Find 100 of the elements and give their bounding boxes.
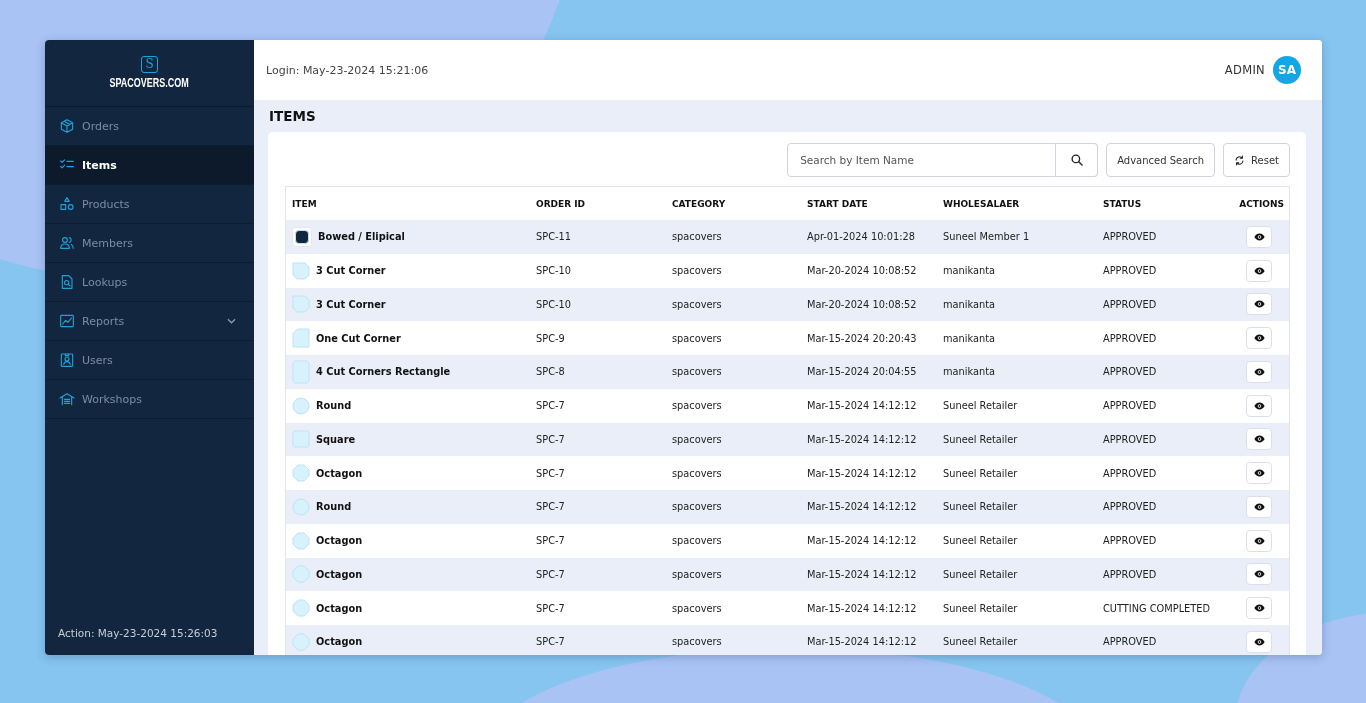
table-cell-text: Mar-15-2024 14:12:12 [806, 501, 918, 513]
chart-icon [59, 313, 75, 329]
table-cell-text: Suneel Member 1 [942, 231, 1031, 243]
item-name: Square [316, 433, 356, 445]
eye-icon [1253, 604, 1265, 613]
table-cell-text: spacovers [671, 231, 723, 243]
id-badge-icon [59, 352, 75, 368]
item-name: Octagon [316, 467, 363, 479]
table-cell-text: SPC-7 [535, 467, 566, 479]
table-cell-text: Suneel Retailer [942, 433, 1019, 445]
table-cell-text: Mar-15-2024 14:12:12 [806, 400, 918, 412]
table-cell-text: APPROVED [1102, 231, 1158, 243]
item-name: Octagon [316, 636, 363, 648]
table-cell-text: Mar-20-2024 10:08:52 [806, 298, 918, 310]
table-cell-text: Mar-20-2024 10:08:52 [806, 265, 918, 277]
cut-corner-shape-icon [292, 295, 310, 314]
rectangle-shape-icon [292, 359, 310, 384]
view-button[interactable] [1246, 563, 1272, 586]
logo-mark: S [141, 55, 158, 73]
users-icon [59, 235, 75, 251]
item-name: Octagon [316, 535, 363, 547]
table-cell-text: SPC-7 [535, 400, 566, 412]
table-cell-text: Mar-15-2024 14:12:12 [806, 568, 918, 580]
item-name: 3 Cut Corner [316, 265, 386, 277]
sidebar-item[interactable]: Items [45, 146, 254, 185]
view-button[interactable] [1246, 360, 1272, 383]
table-cell-text: SPC-11 [535, 231, 572, 243]
circle-shape-icon [292, 396, 310, 415]
user-avatar[interactable]: SA [1273, 56, 1301, 84]
octagon-shape-icon [292, 632, 310, 651]
user-role: ADMIN [1224, 63, 1265, 77]
box-icon [59, 118, 75, 134]
eye-icon [1253, 502, 1265, 511]
item-name: 3 Cut Corner [316, 298, 386, 310]
table-cell-text: manikanta [942, 298, 997, 310]
table-cell-text: spacovers [671, 400, 723, 412]
rounded-square-icon [292, 226, 312, 247]
table-cell-text: APPROVED [1102, 501, 1158, 513]
eye-icon [1253, 570, 1265, 579]
table-cell-text: APPROVED [1102, 298, 1158, 310]
view-button[interactable] [1246, 225, 1272, 248]
table-cell-text: Suneel Retailer [942, 501, 1019, 513]
table-cell-text: Mar-15-2024 14:12:12 [806, 535, 918, 547]
search-button[interactable] [1056, 143, 1099, 177]
cut-corner-shape-icon [292, 328, 310, 349]
eye-icon [1253, 469, 1265, 478]
column-header: ITEM [291, 198, 318, 209]
table-cell-text: manikanta [942, 265, 997, 277]
table-cell-text: spacovers [671, 568, 723, 580]
table-cell-text: Suneel Retailer [942, 602, 1019, 614]
refresh-icon [1234, 154, 1246, 166]
item-name: Octagon [316, 602, 363, 614]
view-button[interactable] [1246, 529, 1272, 552]
eye-icon [1253, 367, 1265, 376]
table-cell-text: Mar-15-2024 20:20:43 [806, 332, 918, 344]
table-cell-text: APPROVED [1102, 265, 1158, 277]
view-button[interactable] [1246, 394, 1272, 417]
view-button[interactable] [1246, 462, 1272, 485]
item-name: 4 Cut Corners Rectangle [316, 366, 451, 378]
table-cell-text: APPROVED [1102, 467, 1158, 479]
view-button[interactable] [1246, 293, 1272, 316]
table-cell-text: APPROVED [1102, 636, 1158, 648]
table-cell-text: spacovers [671, 366, 723, 378]
view-button[interactable] [1246, 630, 1272, 653]
table-cell-text: Suneel Retailer [942, 400, 1019, 412]
view-button[interactable] [1246, 259, 1272, 282]
table-cell-text: Mar-15-2024 14:12:12 [806, 636, 918, 648]
table-cell-text: Mar-15-2024 14:12:12 [806, 602, 918, 614]
view-button[interactable] [1246, 495, 1272, 518]
table-cell-text: spacovers [671, 433, 723, 445]
table-cell-text: SPC-7 [535, 636, 566, 648]
view-button[interactable] [1246, 597, 1272, 620]
circle-shape-icon [292, 497, 310, 516]
search-field[interactable]: Search by Item Name [787, 143, 1057, 177]
table-cell-text: spacovers [671, 602, 723, 614]
table-cell-text: manikanta [942, 366, 997, 378]
octagon-shape-icon [292, 599, 310, 618]
octagon-shape-icon [292, 531, 310, 550]
table-cell-text: APPROVED [1102, 366, 1158, 378]
octagon-shape-icon [292, 565, 310, 584]
advanced-search-button[interactable]: Advanced Search [1106, 143, 1216, 177]
reset-button[interactable]: Reset [1223, 143, 1290, 177]
view-button[interactable] [1246, 428, 1272, 451]
item-name: Bowed / Elipical [318, 231, 405, 243]
eye-icon [1253, 300, 1265, 309]
table-cell-text: Mar-15-2024 14:12:12 [806, 433, 918, 445]
table-cell-text: APPROVED [1102, 535, 1158, 547]
column-header: START DATE [806, 198, 869, 209]
table-cell-text: spacovers [671, 332, 723, 344]
eye-icon [1253, 637, 1265, 646]
table-cell-text: SPC-9 [535, 332, 566, 344]
item-name: Octagon [316, 568, 363, 580]
logo-text: SPACOVERS.COM [109, 75, 190, 91]
table-cell-text: APPROVED [1102, 400, 1158, 412]
search-icon [1070, 154, 1083, 166]
table-cell-text: APPROVED [1102, 332, 1158, 344]
item-name: Round [316, 501, 352, 513]
view-button[interactable] [1246, 327, 1272, 350]
table-cell-text: SPC-7 [535, 568, 566, 580]
table-cell-text: spacovers [671, 467, 723, 479]
